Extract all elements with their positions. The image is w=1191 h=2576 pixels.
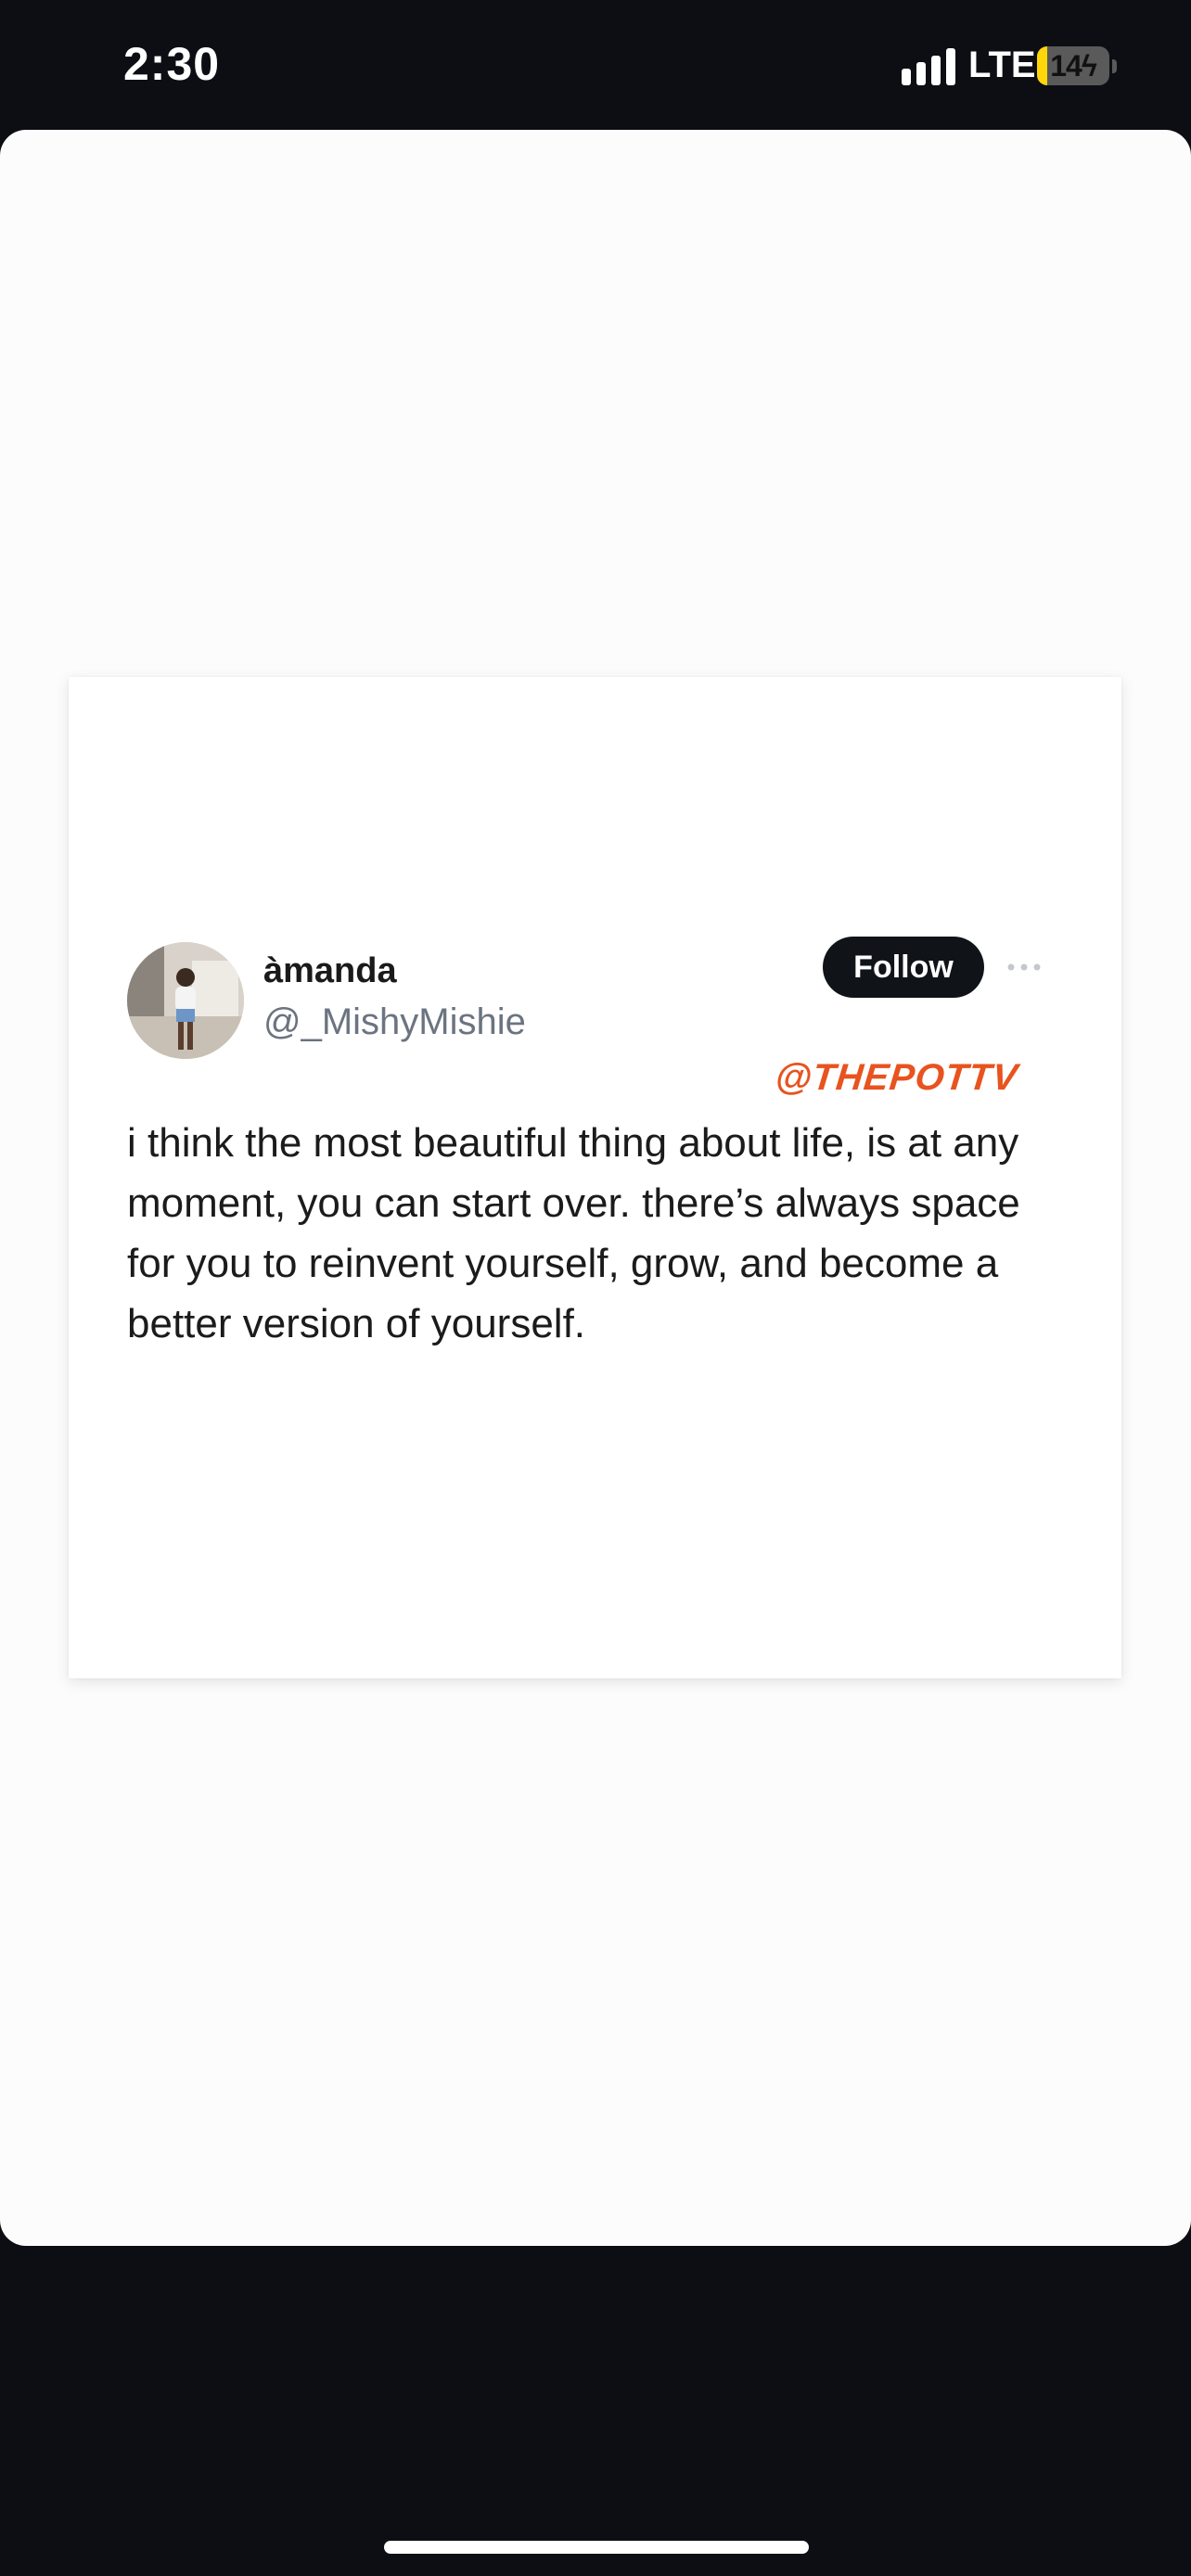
home-indicator[interactable] xyxy=(384,2541,809,2554)
battery-percentage: 14ϟ xyxy=(1050,49,1097,83)
profile-photo xyxy=(127,942,244,1059)
more-horizontal-icon[interactable] xyxy=(1005,953,1043,981)
tweet-display-name: àmanda xyxy=(263,951,397,990)
network-type-label: LTE xyxy=(968,45,1036,85)
tweet-text: i think the most beautiful thing about l… xyxy=(127,1120,1020,1346)
follow-button[interactable]: Follow xyxy=(823,937,984,998)
watermark: @THEPOTTV xyxy=(773,1057,1020,1098)
tweet-handle: @_MishyMishie xyxy=(263,1001,526,1042)
status-time: 2:30 xyxy=(123,38,221,90)
battery-icon: 14ϟ xyxy=(1037,46,1109,85)
profile-avatar xyxy=(127,942,244,1059)
status-bar: 2:30 LTE 14ϟ xyxy=(0,0,1191,130)
signal-icon xyxy=(902,48,955,85)
battery-nub xyxy=(1112,59,1117,73)
charging-bolt-icon: ϟ xyxy=(1081,49,1097,83)
tweet-screenshot: àmanda @_MishyMishie Follow @THEPOTTV i … xyxy=(69,677,1121,1678)
image-viewer-sheet: àmanda @_MishyMishie Follow @THEPOTTV i … xyxy=(0,130,1191,2246)
